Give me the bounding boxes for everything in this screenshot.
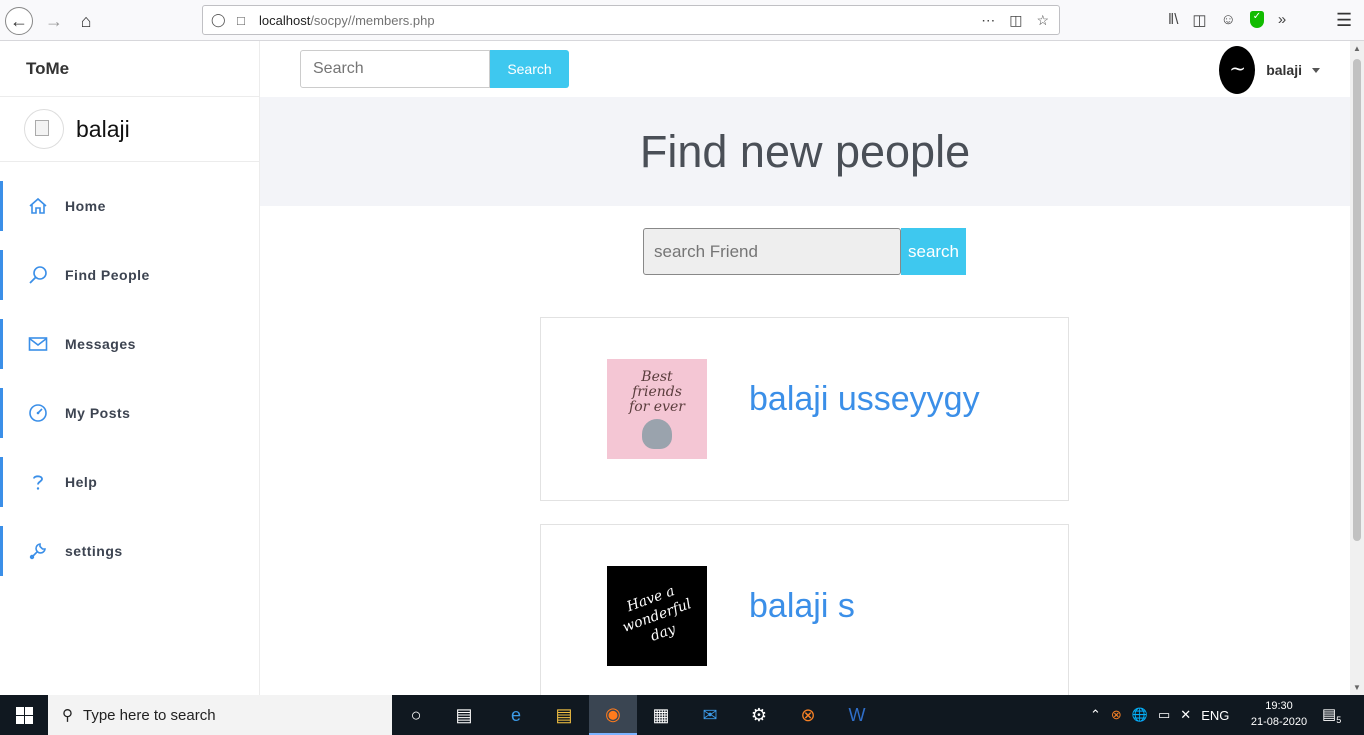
sidebar-item-label: Home bbox=[65, 198, 106, 214]
edge-icon[interactable]: e bbox=[492, 695, 540, 735]
task-view-icon[interactable]: ▤ bbox=[440, 695, 488, 735]
forward-button[interactable]: → bbox=[40, 7, 68, 35]
person-name-link[interactable]: balaji usseyygy bbox=[749, 380, 980, 419]
volume-muted-icon[interactable]: ✕ bbox=[1180, 707, 1191, 723]
notification-count: 5 bbox=[1336, 715, 1342, 725]
app-topbar: Search balaji bbox=[260, 41, 1350, 97]
scroll-thumb[interactable] bbox=[1353, 59, 1361, 541]
avatar bbox=[1219, 46, 1256, 94]
bookmark-star-icon[interactable]: ☆ bbox=[1036, 12, 1049, 29]
sidebar-item-label: Messages bbox=[65, 336, 136, 352]
clock-date: 21-08-2020 bbox=[1250, 716, 1308, 728]
picture-caption: Best friends for ever bbox=[629, 368, 685, 415]
system-tray: ⌃ ⊗ 🌐 ▭ ✕ ENG bbox=[1090, 695, 1229, 735]
network-globe-icon[interactable]: 🌐 bbox=[1132, 707, 1148, 723]
start-button[interactable] bbox=[0, 695, 48, 735]
scroll-up-icon[interactable]: ▲ bbox=[1353, 44, 1361, 53]
gauge-icon bbox=[27, 402, 49, 424]
browser-toolbar: ← → ⌂ ◯ □ localhost/socpy//members.php ⋯… bbox=[0, 0, 1364, 41]
sidebar-user-name: balaji bbox=[76, 115, 130, 142]
overflow-chevron-icon[interactable]: » bbox=[1278, 11, 1286, 29]
sidebar-item-find-people[interactable]: Find People bbox=[0, 250, 259, 300]
store-icon[interactable]: ▦ bbox=[637, 695, 685, 735]
sidebar-item-settings[interactable]: settings bbox=[0, 526, 259, 576]
avatar bbox=[24, 109, 64, 149]
word-icon[interactable]: W bbox=[833, 695, 881, 735]
sidebar-item-messages[interactable]: Messages bbox=[0, 319, 259, 369]
windows-taskbar: ⚲ Type here to search ○ ▤ e ▤ ◉ ▦ ✉ ⚙ ⊗ … bbox=[0, 695, 1364, 735]
page-icon: □ bbox=[237, 12, 245, 28]
top-search-input[interactable] bbox=[300, 50, 490, 88]
top-search-button[interactable]: Search bbox=[490, 50, 569, 88]
page-title: Find new people bbox=[639, 125, 971, 177]
home-button[interactable]: ⌂ bbox=[72, 7, 100, 35]
clock-time: 19:30 bbox=[1265, 700, 1293, 712]
mail-icon bbox=[27, 333, 49, 355]
sidebar-item-my-posts[interactable]: My Posts bbox=[0, 388, 259, 438]
sidebar-item-label: Help bbox=[65, 474, 98, 490]
taskbar-search-text: Type here to search bbox=[83, 706, 216, 724]
sidebar-toggle-icon[interactable]: ◫ bbox=[1192, 11, 1206, 29]
page-header: Find new people bbox=[260, 97, 1350, 206]
url-text[interactable]: localhost/socpy//members.php bbox=[259, 13, 435, 28]
sidebar-item-help[interactable]: Help bbox=[0, 457, 259, 507]
notification-center-icon[interactable]: ▤5 bbox=[1322, 705, 1341, 725]
firefox-icon[interactable]: ◉ bbox=[589, 695, 637, 735]
page-scrollbar[interactable]: ▲ ▼ bbox=[1350, 41, 1364, 695]
pocket-icon[interactable]: ◫ bbox=[1009, 12, 1022, 29]
question-icon bbox=[27, 471, 49, 493]
home-icon bbox=[27, 195, 49, 217]
search-icon bbox=[27, 264, 49, 286]
sidebar-item-label: settings bbox=[65, 543, 123, 559]
profile-picture[interactable]: Best friends for ever bbox=[607, 359, 707, 459]
tray-chevron-up-icon[interactable]: ⌃ bbox=[1090, 707, 1101, 723]
caret-down-icon bbox=[1312, 67, 1320, 73]
xampp-icon[interactable]: ⊗ bbox=[784, 695, 832, 735]
hamburger-menu-icon[interactable]: ☰ bbox=[1336, 10, 1352, 31]
account-icon[interactable]: ☺ bbox=[1221, 11, 1236, 29]
language-indicator[interactable]: ENG bbox=[1201, 708, 1229, 723]
person-name-link[interactable]: balaji s bbox=[749, 587, 855, 626]
picture-caption: Have a wonderful day bbox=[620, 583, 694, 645]
brand-logo[interactable]: ToMe bbox=[0, 41, 259, 97]
search-icon: ⚲ bbox=[62, 707, 73, 724]
sidebar-item-label: Find People bbox=[65, 267, 150, 283]
shield-icon[interactable]: ◯ bbox=[211, 12, 227, 28]
address-bar[interactable]: ◯ □ localhost/socpy//members.php ⋯ ◫ ☆ bbox=[202, 5, 1060, 35]
taskbar-clock[interactable]: 19:30 21-08-2020 bbox=[1244, 698, 1314, 730]
find-friend-button[interactable]: search bbox=[901, 228, 966, 275]
library-icon[interactable]: ‖\ bbox=[1168, 11, 1178, 29]
find-friend-input[interactable] bbox=[643, 228, 901, 275]
person-card: Have a wonderful day balaji s bbox=[540, 524, 1069, 708]
sidebar: ToMe balaji Home Find People Messages My… bbox=[0, 41, 260, 695]
xampp-tray-icon[interactable]: ⊗ bbox=[1111, 707, 1122, 723]
sidebar-profile[interactable]: balaji bbox=[0, 97, 259, 162]
cartoon-cat-icon bbox=[642, 418, 672, 449]
taskbar-search[interactable]: ⚲ Type here to search bbox=[48, 695, 392, 735]
user-name: balaji bbox=[1266, 62, 1302, 78]
wrench-icon bbox=[27, 540, 49, 562]
back-button[interactable]: ← bbox=[5, 7, 33, 35]
user-menu[interactable]: balaji bbox=[1219, 46, 1320, 94]
sidebar-item-label: My Posts bbox=[65, 405, 131, 421]
sidebar-menu: Home Find People Messages My Posts Help bbox=[0, 162, 259, 576]
sidebar-item-home[interactable]: Home bbox=[0, 181, 259, 231]
more-actions-icon[interactable]: ⋯ bbox=[981, 12, 995, 29]
person-card: Best friends for ever balaji usseyygy bbox=[540, 317, 1069, 501]
vpn-shield-icon[interactable]: ✓ bbox=[1249, 11, 1264, 28]
scroll-down-icon[interactable]: ▼ bbox=[1353, 683, 1361, 692]
settings-gear-icon[interactable]: ⚙ bbox=[735, 695, 783, 735]
windows-logo-icon bbox=[15, 706, 33, 724]
mail-icon[interactable]: ✉ bbox=[686, 695, 734, 735]
file-explorer-icon[interactable]: ▤ bbox=[540, 695, 588, 735]
battery-icon[interactable]: ▭ bbox=[1158, 707, 1170, 723]
cortana-icon[interactable]: ○ bbox=[392, 695, 440, 735]
profile-picture[interactable]: Have a wonderful day bbox=[607, 566, 707, 666]
